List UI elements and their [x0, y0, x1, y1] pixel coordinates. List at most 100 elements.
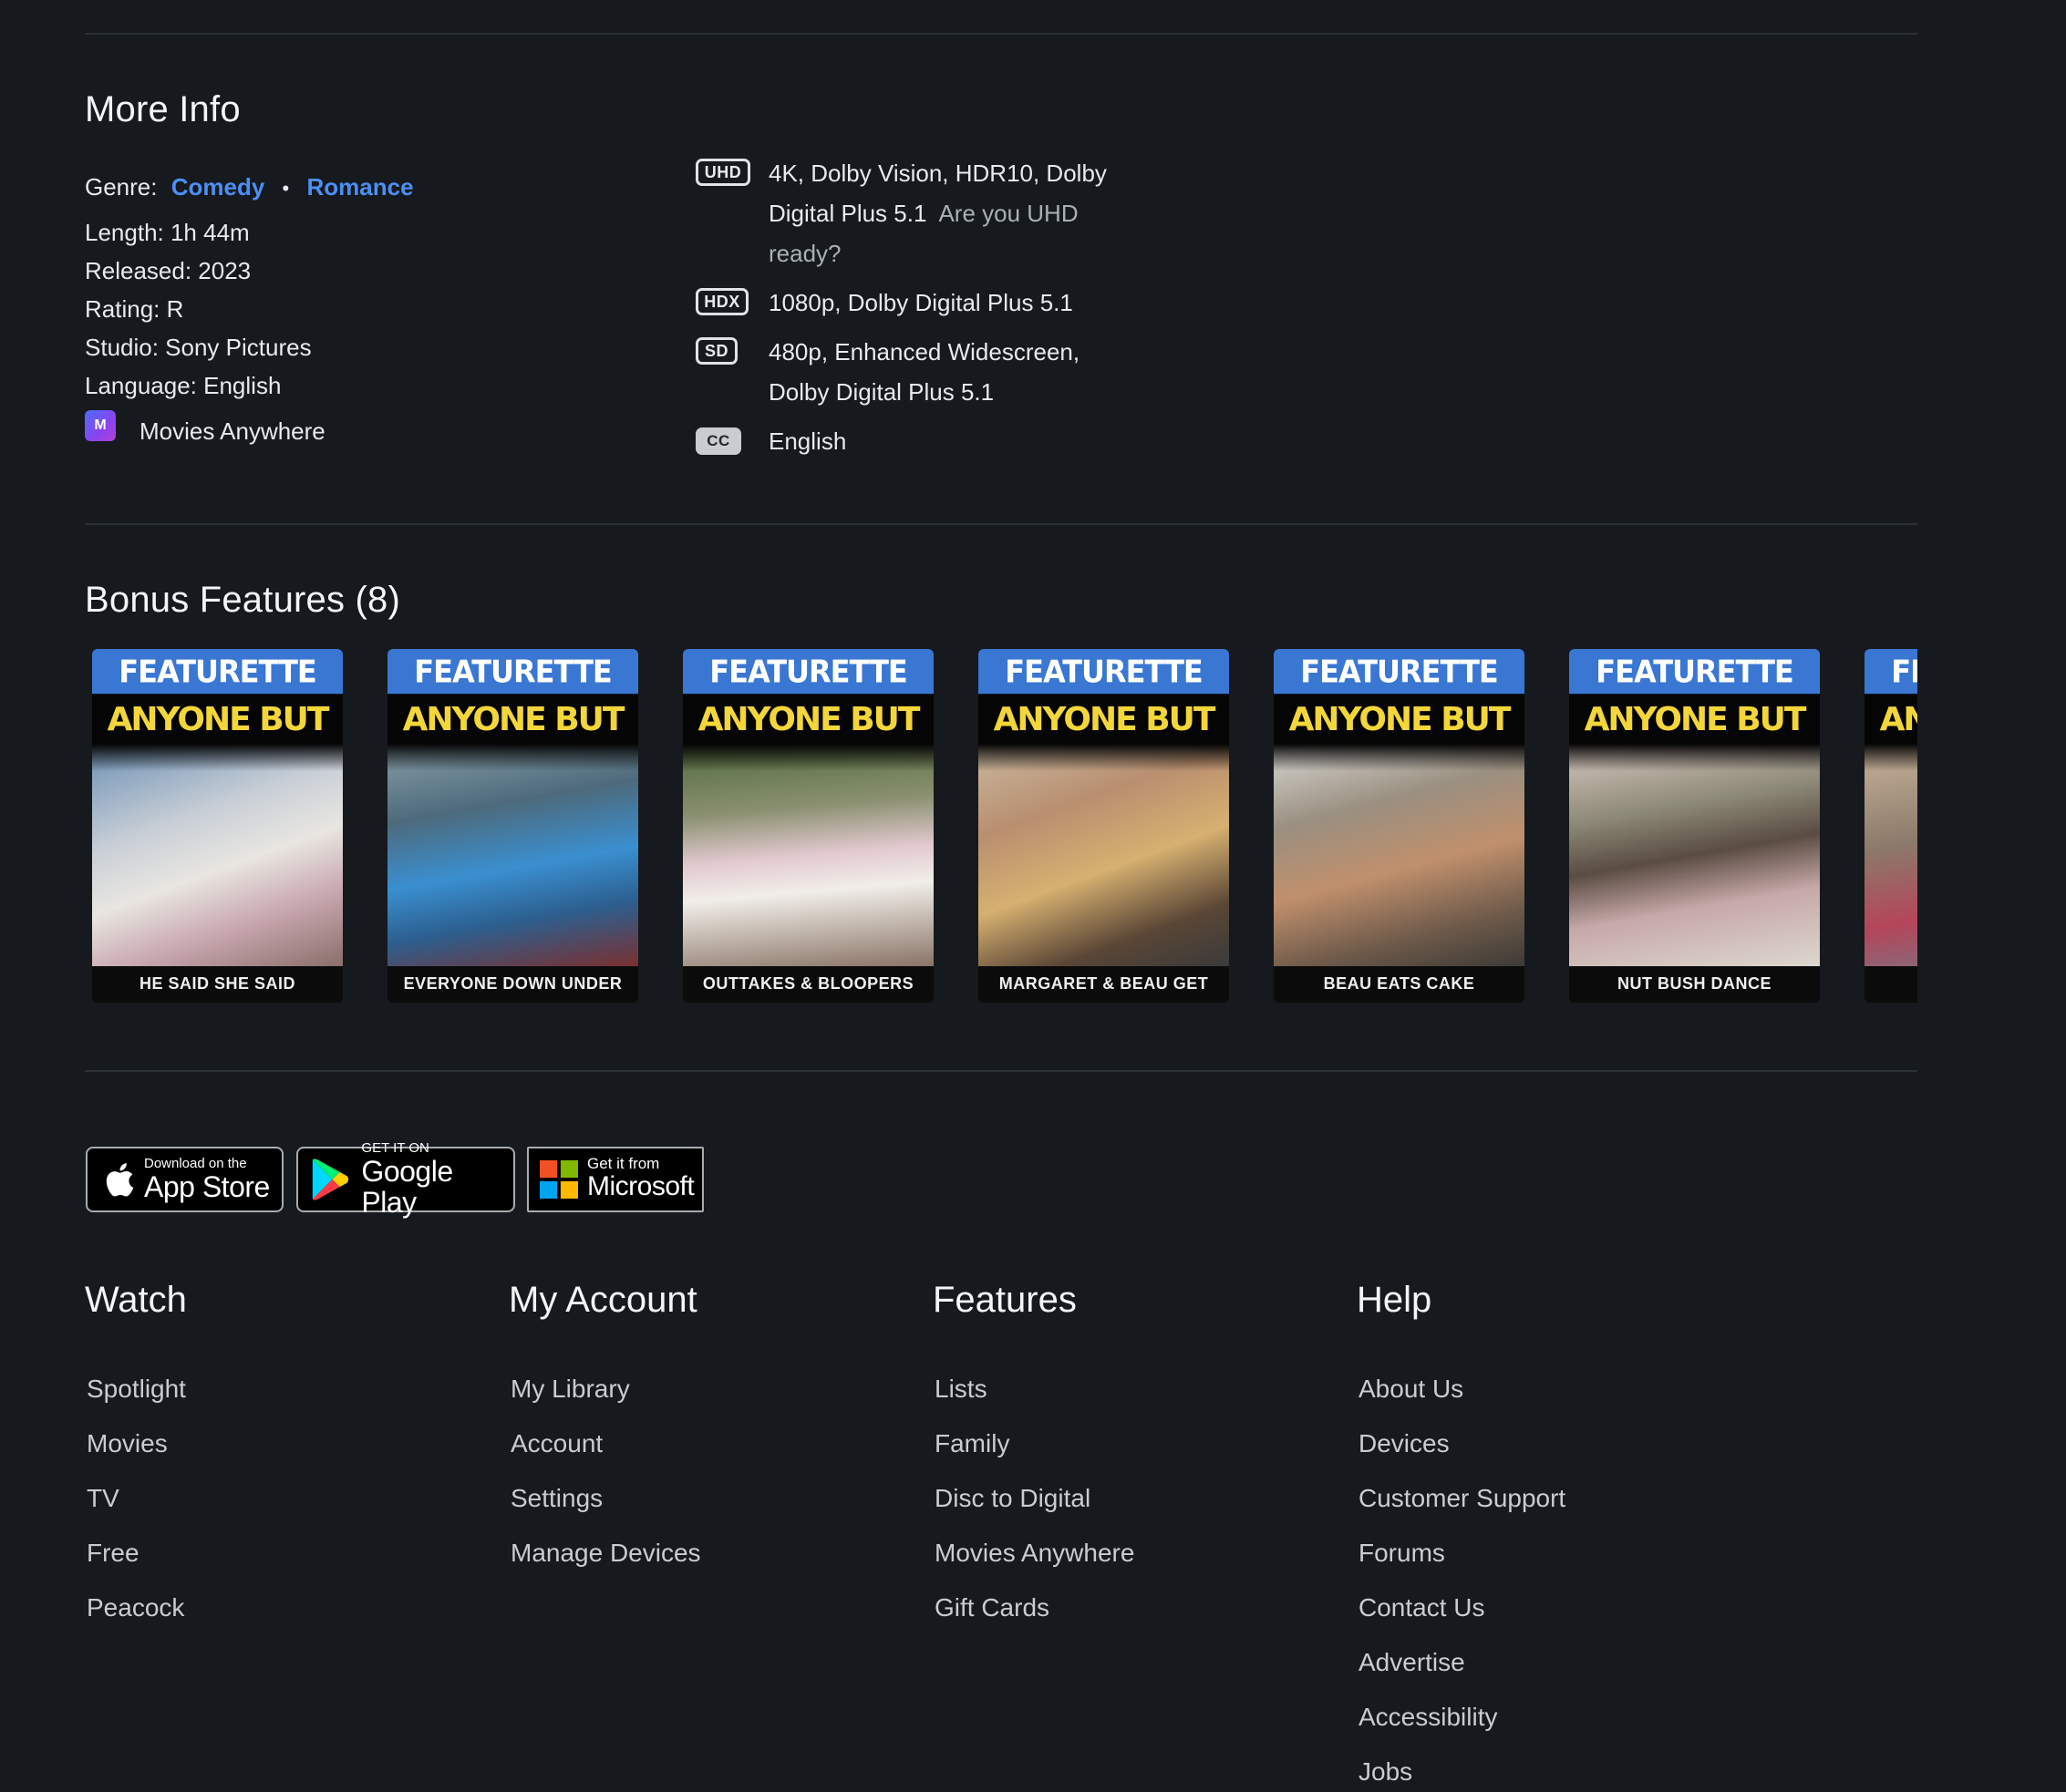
microsoft-icon: [540, 1160, 578, 1199]
top-divider: [85, 33, 1917, 35]
genre-label: Genre:: [85, 173, 158, 201]
footer-link-disc-to-digital[interactable]: Disc to Digital: [935, 1477, 1134, 1531]
bonus-card[interactable]: FEATURETTE ANYONE BUT YOU EVERYONE DOWN …: [387, 649, 638, 1003]
app-store-button[interactable]: Download on the App Store: [86, 1147, 284, 1212]
bonus-card[interactable]: FEATURETTE ANYONE BUT YOU MARGARET & BEA…: [978, 649, 1229, 1003]
footer-link-spotlight[interactable]: Spotlight: [87, 1367, 186, 1422]
uhd-badge-icon: UHD: [696, 159, 750, 186]
card-caption: HE SAID SHE SAID: [92, 966, 343, 1003]
sd-line-1: 480p, Enhanced Widescreen,: [769, 338, 1080, 366]
footer-link-contact-us[interactable]: Contact Us: [1358, 1586, 1565, 1641]
footer-link-jobs[interactable]: Jobs: [1358, 1750, 1565, 1792]
card-thumbnail: [978, 744, 1229, 966]
sd-badge-icon: SD: [696, 337, 738, 365]
genre-separator: •: [282, 177, 290, 200]
bonus-card[interactable]: FEATURETTE ANYONE BUT YOU HE SAID SHE SA…: [92, 649, 343, 1003]
uhd-line-1: 4K, Dolby Vision, HDR10, Dolby: [769, 160, 1107, 187]
length-text: Length: 1h 44m: [85, 219, 250, 246]
bonus-card[interactable]: FEATURETTE ANYONE BUT YOU OUTTAKES & BLO…: [683, 649, 934, 1003]
genre-link-romance[interactable]: Romance: [306, 173, 413, 201]
section-divider: [85, 1070, 1917, 1072]
google-play-button[interactable]: GET IT ON Google Play: [296, 1141, 515, 1218]
movies-anywhere-icon: M: [85, 410, 116, 441]
card-movie-title: ANYONE BUT YOU: [1569, 693, 1820, 793]
section-divider: [85, 523, 1917, 525]
footer-link-customer-support[interactable]: Customer Support: [1358, 1477, 1565, 1531]
card-thumbnail: [683, 744, 934, 966]
hdx-badge-icon: HDX: [696, 288, 749, 315]
card-caption: [1865, 966, 1917, 1003]
footer-link-lists[interactable]: Lists: [935, 1367, 1134, 1422]
footer-link-peacock[interactable]: Peacock: [87, 1586, 186, 1641]
sd-description: 480p, Enhanced Widescreen, Dolby Digital…: [769, 332, 1079, 412]
app-store-small-text: Download on the: [144, 1156, 247, 1171]
card-header: FEATURETTE: [92, 649, 343, 695]
microsoft-big-text: Microsoft: [587, 1171, 695, 1201]
card-header: FEATURETTE: [978, 649, 1229, 695]
footer-link-accessibility[interactable]: Accessibility: [1358, 1695, 1565, 1750]
footer-watch-title: Watch: [85, 1280, 187, 1320]
card-movie-title: ANYONE BUT YOU: [683, 693, 934, 793]
footer-features-title: Features: [933, 1280, 1077, 1320]
card-caption: MARGARET & BEAU GET READY: [978, 966, 1229, 1003]
language-text: Language: English: [85, 372, 282, 399]
apple-icon: [106, 1163, 134, 1197]
studio-text: Studio: Sony Pictures: [85, 334, 312, 361]
card-movie-title: ANYONE BUT YOU: [1865, 693, 1917, 744]
bonus-features-carousel: FEATURETTE ANYONE BUT YOU HE SAID SHE SA…: [85, 649, 1917, 1004]
page: More Info Genre: Comedy • Romance Length…: [0, 0, 2066, 1792]
footer-link-gift-cards[interactable]: Gift Cards: [935, 1586, 1134, 1641]
card-thumbnail: [92, 744, 343, 966]
card-thumbnail: [1865, 744, 1917, 966]
hdx-description: 1080p, Dolby Digital Plus 5.1: [769, 289, 1073, 316]
card-header: FEATURETTE: [683, 649, 934, 695]
footer-features-list: Lists Family Disc to Digital Movies Anyw…: [935, 1367, 1134, 1641]
microsoft-small-text: Get it from: [587, 1155, 660, 1172]
bonus-features-title: Bonus Features (8): [85, 580, 400, 620]
card-caption: EVERYONE DOWN UNDER: [387, 966, 638, 1003]
google-play-small-text: GET IT ON: [361, 1140, 429, 1156]
microsoft-store-button[interactable]: Get it from Microsoft: [527, 1147, 704, 1212]
card-thumbnail: [1569, 744, 1820, 966]
genre-row: Genre: Comedy • Romance: [85, 173, 414, 201]
footer-link-settings[interactable]: Settings: [511, 1477, 701, 1531]
uhd-ready-link[interactable]: Are you UHD: [938, 200, 1078, 227]
uhd-ready-link-cont[interactable]: ready?: [769, 233, 1107, 273]
bonus-card[interactable]: FEATURETTE ANYONE BUT YOU NUT BUSH DANCE: [1569, 649, 1820, 1003]
google-play-big-text: Google Play: [361, 1155, 453, 1219]
footer-link-my-library[interactable]: My Library: [511, 1367, 701, 1422]
footer-help-list: About Us Devices Customer Support Forums…: [1358, 1367, 1565, 1792]
card-caption: NUT BUSH DANCE: [1569, 966, 1820, 1003]
bonus-card[interactable]: FEATURETTE ANYONE BUT YOU BEAU EATS CAKE: [1274, 649, 1524, 1003]
released-text: Released: 2023: [85, 257, 252, 284]
cc-description: English: [769, 427, 847, 455]
genre-link-comedy[interactable]: Comedy: [171, 173, 265, 201]
google-play-icon: [312, 1159, 349, 1200]
footer-link-forums[interactable]: Forums: [1358, 1531, 1565, 1586]
footer-link-movies-anywhere[interactable]: Movies Anywhere: [935, 1531, 1134, 1586]
card-header: FEATURETTE: [1274, 649, 1524, 695]
footer-link-devices[interactable]: Devices: [1358, 1422, 1565, 1477]
card-caption: OUTTAKES & BLOOPERS: [683, 966, 934, 1003]
cc-badge-icon: CC: [696, 427, 741, 455]
card-movie-title: ANYONE BUT YOU: [92, 693, 343, 793]
movies-anywhere-label: Movies Anywhere: [139, 417, 325, 445]
footer-link-tv[interactable]: TV: [87, 1477, 186, 1531]
footer-link-account[interactable]: Account: [511, 1422, 701, 1477]
uhd-line-2: Digital Plus 5.1: [769, 200, 927, 227]
footer-account-list: My Library Account Settings Manage Devic…: [511, 1367, 701, 1586]
footer-link-about-us[interactable]: About Us: [1358, 1367, 1565, 1422]
footer-link-advertise[interactable]: Advertise: [1358, 1641, 1565, 1695]
footer-link-free[interactable]: Free: [87, 1531, 186, 1586]
card-thumbnail: [1274, 744, 1524, 966]
footer-help-title: Help: [1357, 1280, 1432, 1320]
footer-link-family[interactable]: Family: [935, 1422, 1134, 1477]
footer-link-manage-devices[interactable]: Manage Devices: [511, 1531, 701, 1586]
card-header: FEATURETTE: [1865, 649, 1917, 695]
app-store-big-text: App Store: [144, 1170, 270, 1203]
more-info-title: More Info: [85, 89, 241, 129]
card-movie-title: ANYONE BUT YOU: [387, 693, 638, 793]
rating-text: Rating: R: [85, 295, 184, 323]
bonus-card[interactable]: FEATURETTE ANYONE BUT YOU: [1865, 649, 1917, 1003]
footer-link-movies[interactable]: Movies: [87, 1422, 186, 1477]
